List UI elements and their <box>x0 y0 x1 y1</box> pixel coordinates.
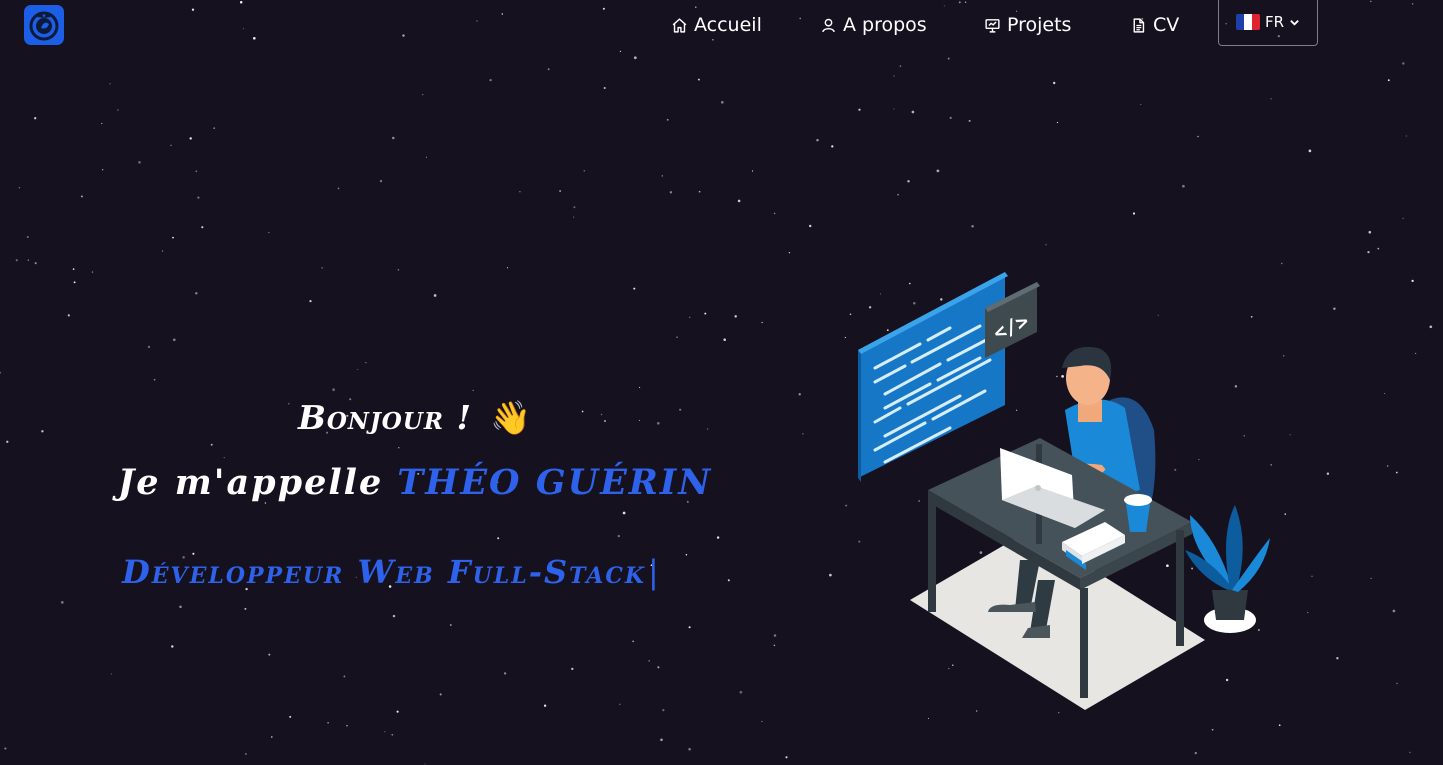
language-selector[interactable]: FR <box>1218 0 1318 46</box>
star <box>1140 103 1142 106</box>
star <box>1197 135 1199 138</box>
code-screen-panel <box>858 272 1008 482</box>
star <box>1281 262 1283 265</box>
star <box>1384 392 1386 395</box>
star <box>1395 471 1398 474</box>
developer-name: Théo Guérin <box>397 462 713 503</box>
star <box>1367 250 1370 254</box>
star <box>1377 247 1380 250</box>
star <box>1211 728 1214 731</box>
presentation-icon <box>985 18 1000 33</box>
star <box>1370 577 1372 579</box>
intro-text: Je m'appelle <box>117 462 384 503</box>
star <box>1284 513 1287 515</box>
star <box>1053 81 1056 85</box>
star <box>1336 657 1339 660</box>
star <box>1194 751 1197 755</box>
chevron-down-icon <box>1290 19 1299 26</box>
star <box>897 193 899 196</box>
star <box>1405 135 1408 137</box>
star <box>899 65 902 67</box>
star <box>911 110 915 114</box>
star <box>1402 62 1405 65</box>
star <box>858 108 861 111</box>
star <box>968 119 971 122</box>
potted-plant <box>1185 505 1270 633</box>
waving-hand-icon: 👋 <box>489 398 533 437</box>
star <box>1386 465 1389 467</box>
star <box>1282 354 1285 357</box>
france-flag-icon <box>1235 14 1260 30</box>
star <box>907 180 910 183</box>
greeting-text: Bonjour ! <box>297 398 472 437</box>
star <box>1392 609 1396 613</box>
greeting-line: Bonjour ! 👋 <box>0 398 830 438</box>
star <box>1311 575 1313 577</box>
nav-item-a-propos[interactable]: A propos <box>820 11 927 39</box>
star <box>893 75 895 77</box>
nav-item-label: Projets <box>1007 14 1072 36</box>
star <box>1182 184 1185 188</box>
nav-item-cv[interactable]: CV <box>1130 11 1179 39</box>
nav-item-label: A propos <box>843 14 927 36</box>
star <box>947 57 950 60</box>
hero-section: Bonjour ! 👋 Je m'appelle Théo Guérin Dével… <box>0 0 830 765</box>
star <box>1429 325 1433 329</box>
star <box>1333 307 1336 310</box>
star <box>971 225 974 228</box>
star <box>1396 682 1398 685</box>
role-line: Développeur Web Full-Stack| <box>122 553 661 591</box>
star <box>1132 212 1136 215</box>
star <box>1411 279 1414 283</box>
star <box>1387 79 1390 82</box>
star <box>1045 244 1047 246</box>
developer-at-desk-illustration: </> <box>858 272 1270 710</box>
intro-line: Je m'appelle Théo Guérin <box>0 462 830 503</box>
star <box>1409 751 1411 754</box>
star <box>1278 724 1281 727</box>
role-text: Développeur Web Full-Stack <box>122 553 646 591</box>
nav-item-projets[interactable]: Projets <box>984 11 1071 39</box>
star <box>1326 472 1330 475</box>
star <box>949 116 952 120</box>
star <box>936 169 940 173</box>
typing-cursor: | <box>648 553 661 591</box>
star <box>1308 149 1312 153</box>
star <box>1415 352 1417 354</box>
star <box>1307 612 1309 614</box>
star <box>1270 98 1272 100</box>
star <box>893 108 895 110</box>
language-code: FR <box>1264 13 1285 31</box>
nav-item-label: CV <box>1153 14 1180 36</box>
star <box>1368 230 1372 234</box>
document-icon <box>1133 17 1145 33</box>
star <box>831 145 834 148</box>
star <box>1402 217 1404 219</box>
star <box>1056 121 1059 124</box>
star <box>1289 434 1291 436</box>
